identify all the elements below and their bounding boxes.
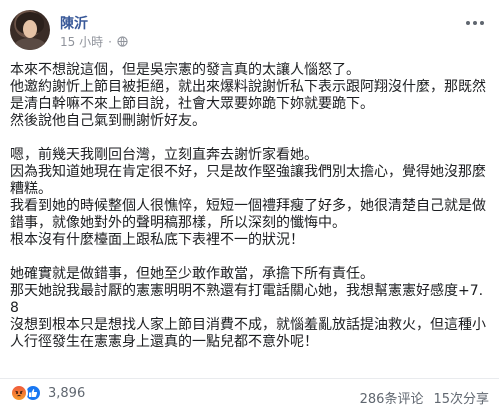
globe-icon[interactable] [117, 36, 128, 47]
avatar-face [23, 20, 37, 38]
meta-separator: · [108, 34, 112, 49]
post-footer: 3,896 286条评论 15次分享 [0, 378, 499, 411]
paragraph-3: 她確實就是做錯事，但她至少敢作敢當，承擔下所有責任。 那天她說我最討厭的憲憲明明… [10, 266, 486, 350]
avatar-body [14, 38, 46, 50]
paragraph-2: 嗯，前幾天我剛回台灣，立刻直奔去謝忻家看她。 因為我知道她現在肯定很不好，只是故… [10, 147, 486, 248]
shares-count[interactable]: 15次分享 [433, 388, 489, 407]
reactions-summary[interactable]: 3,896 [10, 384, 85, 402]
reaction-count: 3,896 [48, 385, 86, 401]
post-content: 本來不想說這個，但是吳宗憲的發言真的太讓人惱怒了。 他邀約謝忻上節目被拒絕，就出… [10, 62, 490, 368]
more-options-icon[interactable] [463, 14, 487, 32]
engagement-stats: 286条评论 15次分享 [360, 388, 489, 407]
angry-reaction-icon [10, 384, 28, 402]
post-meta: 15 小時 · [60, 33, 128, 50]
post-header: 陳沂 15 小時 · [0, 0, 499, 56]
facebook-post: 陳沂 15 小時 · 本來不想說這個，但是吳宗憲的發言真的太讓人惱怒了。 他邀約… [0, 0, 499, 410]
author-avatar[interactable] [10, 10, 50, 50]
paragraph-1: 本來不想說這個，但是吳宗憲的發言真的太讓人惱怒了。 他邀約謝忻上節目被拒絕，就出… [10, 62, 486, 129]
comments-count[interactable]: 286条评论 [360, 388, 424, 407]
author-name[interactable]: 陳沂 [60, 13, 88, 33]
post-timestamp[interactable]: 15 小時 [60, 33, 103, 50]
